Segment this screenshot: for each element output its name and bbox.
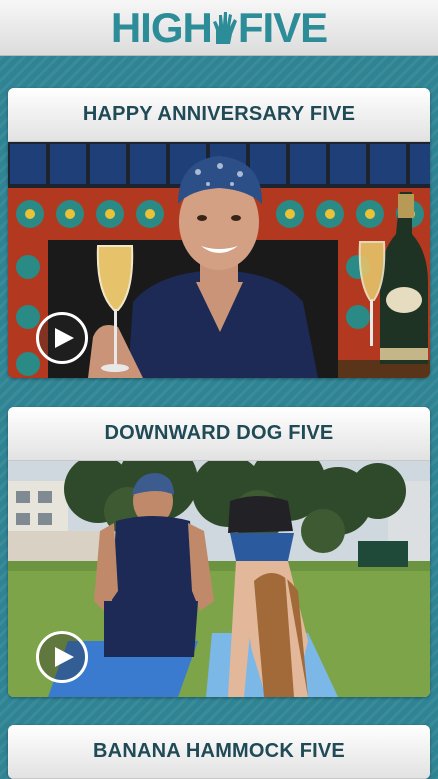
video-title: DOWNWARD DOG FIVE: [104, 422, 334, 444]
video-card-header: BANANA HAMMOCK FIVE: [8, 725, 430, 779]
video-card-banana-hammock[interactable]: BANANA HAMMOCK FIVE: [8, 725, 430, 779]
video-thumbnail[interactable]: [8, 142, 430, 378]
play-button[interactable]: [36, 312, 88, 364]
play-icon: [55, 328, 74, 348]
logo-text-high: HIGH: [110, 3, 213, 51]
video-card-anniversary[interactable]: HAPPY ANNIVERSARY FIVE: [8, 88, 430, 378]
hand-icon: [212, 11, 237, 44]
video-title: HAPPY ANNIVERSARY FIVE: [82, 103, 356, 125]
play-icon: [55, 647, 74, 667]
logo-text-five: FIVE: [237, 3, 328, 51]
video-card-header: DOWNWARD DOG FIVE: [8, 407, 430, 461]
video-title: BANANA HAMMOCK FIVE: [93, 740, 345, 762]
play-button[interactable]: [36, 631, 88, 683]
video-thumbnail[interactable]: [8, 461, 430, 697]
video-card-header: HAPPY ANNIVERSARY FIVE: [8, 88, 430, 142]
video-card-downward-dog[interactable]: DOWNWARD DOG FIVE: [8, 407, 430, 697]
app-logo: HIGH FIVE: [110, 3, 328, 51]
app-header: HIGH FIVE: [0, 0, 438, 56]
